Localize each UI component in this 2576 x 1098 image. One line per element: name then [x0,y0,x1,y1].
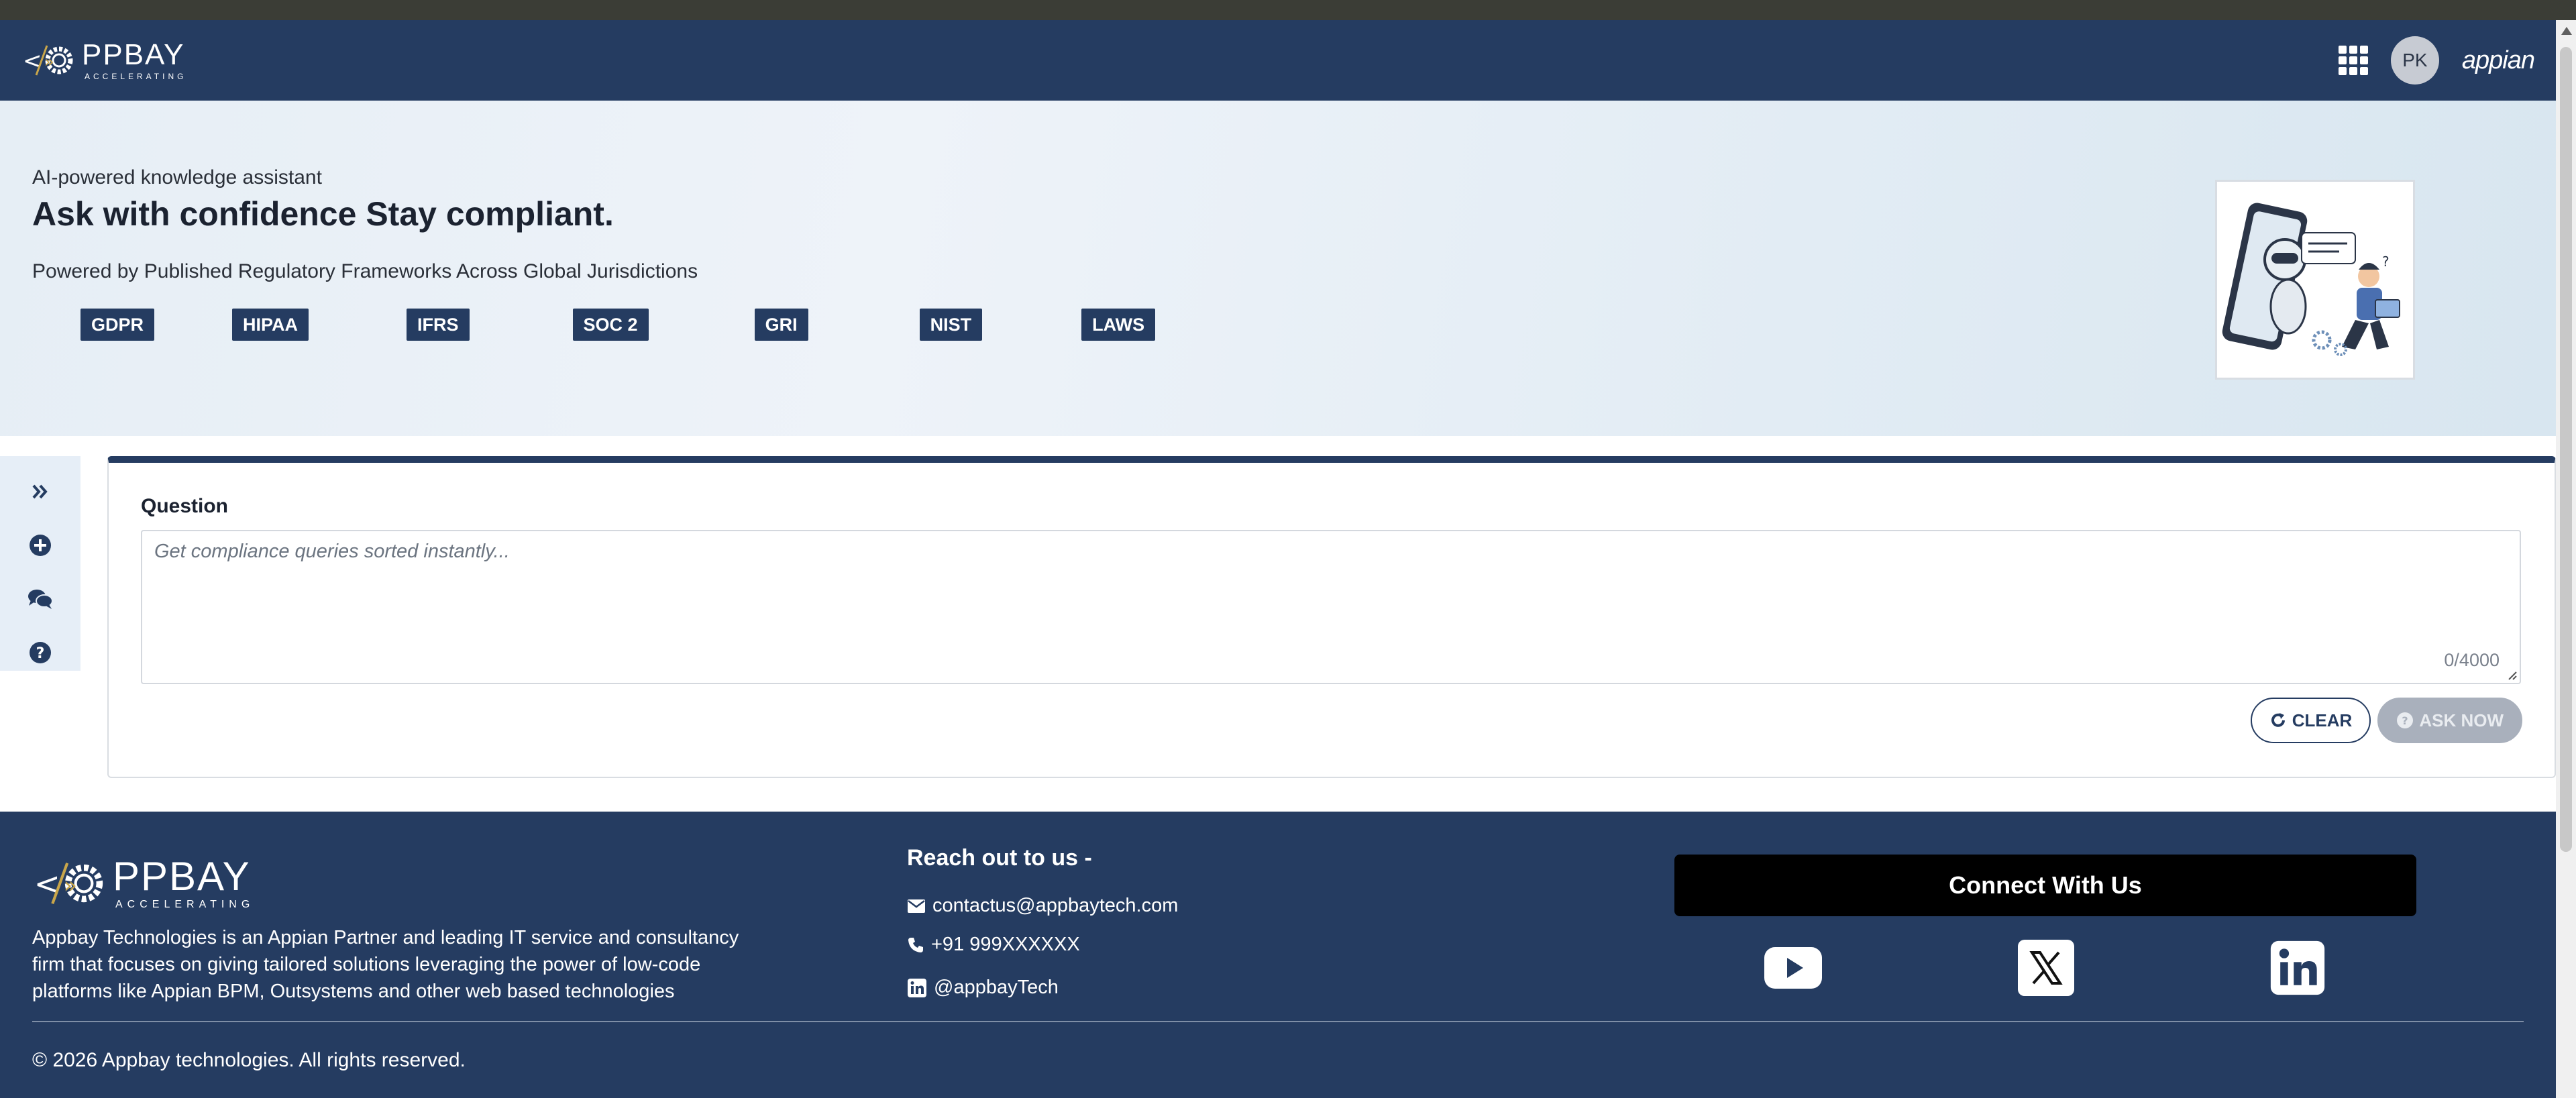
comments-icon [28,590,53,609]
ask-now-button[interactable]: ? ASK NOW [2377,698,2522,743]
clear-button-label: CLEAR [2292,710,2353,730]
assistant-illustration: ? [2215,180,2415,380]
svg-text:?: ? [2402,714,2408,727]
character-counter: 0/4000 [2444,650,2500,670]
question-card: Question Get compliance queries sorted i… [107,456,2556,778]
question-circle-icon: ? [2397,712,2414,728]
contact-phone[interactable]: +91 999XXXXXX [931,934,1080,956]
clear-button[interactable]: CLEAR [2250,698,2371,743]
tag-nist: NIST [919,309,983,341]
contact-linkedin-row[interactable]: @appbayTech [907,977,1059,999]
scroll-thumb[interactable] [2560,47,2572,852]
logo-wordmark: PPBAY [82,38,185,71]
question-label: Question [141,495,229,517]
chat-history-button[interactable] [21,582,59,616]
contact-email-row[interactable]: contactus@appbaytech.com [907,895,1178,917]
appbay-logo-mark-icon: < » [32,846,106,920]
question-placeholder: Get compliance queries sorted instantly.… [154,541,510,562]
ask-now-button-label: ASK NOW [2419,710,2504,730]
x-twitter-link[interactable] [2016,939,2076,997]
tag-ifrs: IFRS [407,309,470,341]
side-toolbar: ? [0,456,80,671]
appbay-logo[interactable]: < » PPBAY ACCELERATING [21,34,186,87]
contact-heading: Reach out to us - [907,845,1092,871]
app-launcher-grid-icon[interactable] [2338,46,2368,75]
scroll-up-arrow-icon[interactable] [2561,27,2572,35]
new-question-button[interactable] [21,529,59,562]
browser-chrome-strip [0,0,2576,20]
hero-title: Ask with confidence Stay compliant. [32,195,614,233]
question-circle-icon: ? [30,642,51,663]
expand-panel-button[interactable] [21,475,59,508]
question-input[interactable]: Get compliance queries sorted instantly.… [141,530,2521,684]
hero-banner: AI-powered knowledge assistant Ask with … [0,101,2556,436]
x-twitter-icon [2018,940,2074,996]
phone-icon [908,937,923,952]
tag-soc2: SOC 2 [572,309,649,341]
hero-subtitle: Powered by Published Regulatory Framewor… [32,260,698,282]
app-header: < » PPBAY ACCELERATING PK appian [0,20,2556,101]
contact-phone-row[interactable]: +91 999XXXXXX [907,934,1080,956]
youtube-icon [1764,947,1822,989]
copyright-text: © 2026 Appbay technologies. All rights r… [32,1049,466,1071]
page-scrollbar[interactable] [2556,20,2576,1098]
tag-hipaa: HIPAA [232,309,309,341]
svg-text:?: ? [2382,254,2390,270]
tag-gdpr: GDPR [80,309,155,341]
framework-tags: GDPR HIPAA IFRS SOC 2 GRI NIST LAWS [80,309,1156,341]
resize-handle-icon[interactable] [2506,669,2517,680]
plus-circle-icon [30,535,51,556]
svg-text:»: » [44,52,54,71]
user-avatar[interactable]: PK [2390,36,2439,85]
tag-laws: LAWS [1081,309,1156,341]
refresh-icon [2271,713,2285,727]
appian-brand-logo: appian [2461,46,2535,74]
linkedin-handle[interactable]: @appbayTech [934,977,1059,999]
linkedin-icon [908,978,926,997]
linkedin-link[interactable] [2267,939,2328,997]
footer-appbay-logo: < » PPBAY ACCELERATING [32,846,254,920]
footer-logo-tagline: ACCELERATING [115,899,255,910]
help-button[interactable]: ? [21,636,59,669]
svg-text:?: ? [36,645,45,662]
double-chevron-right-icon [32,484,48,499]
svg-text:<: < [23,48,42,74]
footer-logo-wordmark: PPBAY [113,854,251,899]
linkedin-icon [2270,940,2325,995]
company-description: Appbay Technologies is an Appian Partner… [32,927,739,1002]
contact-email[interactable]: contactus@appbaytech.com [932,895,1178,917]
logo-tagline: ACCELERATING [85,72,187,81]
hero-eyebrow: AI-powered knowledge assistant [32,166,322,188]
connect-with-us-heading: Connect With Us [1674,855,2416,916]
site-footer: < » PPBAY ACCELERATING Appbay Technologi… [0,812,2556,1098]
footer-divider [32,1021,2524,1022]
tag-gri: GRI [754,309,808,341]
svg-text:<: < [34,867,60,903]
svg-text:»: » [64,872,77,898]
appbay-logo-mark-icon: < » [21,34,75,87]
youtube-link[interactable] [1763,939,1823,997]
envelope-icon [908,899,925,913]
